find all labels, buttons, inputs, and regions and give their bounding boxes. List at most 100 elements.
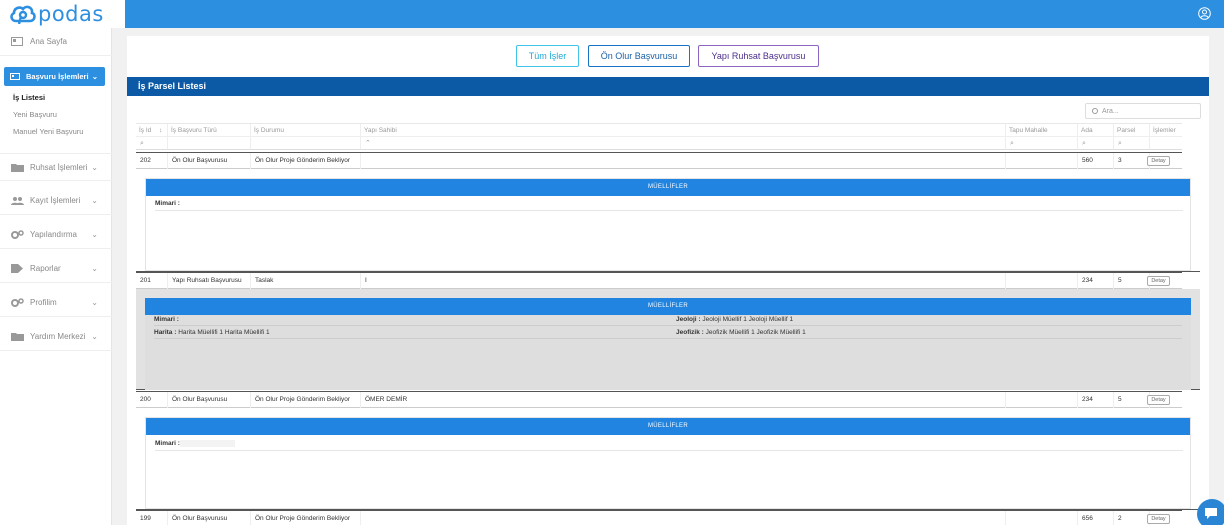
cell-parsel: 5 [1114,392,1150,408]
harita-value: Harita Müellifi 1 Harita Müellifi 1 [178,329,270,336]
table-header: İş Id ↕ İş Başvuru Türü İş Durumu Yapı S… [136,123,1182,150]
detail-button[interactable]: Detay [1147,395,1170,405]
folder-icon [11,163,24,172]
logo-text: podas [38,2,104,26]
cell-parsel: 3 [1114,153,1150,169]
filter-actions [1150,137,1182,150]
detail-button[interactable]: Detay [1147,276,1170,286]
divider [154,338,1182,339]
cell-id: 202 [136,153,168,169]
col-header-ada[interactable]: Ada [1078,124,1114,137]
filter-owner[interactable]: ⌃ [361,137,1006,150]
jeofizik-label: Jeofizik : [676,329,704,336]
divider [155,450,1183,451]
authors-heading: MÜELLİFLER [145,298,1191,315]
sidebar: Ana Sayfa Başvuru İşlemleri ⌄ İş Listesi… [0,28,112,525]
jeoloji-label: Jeoloji : [676,316,701,323]
col-header-type[interactable]: İş Başvuru Türü [168,124,251,137]
search-input[interactable]: Ara... [1085,103,1201,119]
harita-label: Harita : [154,329,177,336]
sidebar-item-ruhsat[interactable]: Ruhsat İşlemleri ⌄ [0,153,112,181]
menu-icon[interactable] [117,7,129,19]
col-header-id[interactable]: İş Id ↕ [136,124,168,137]
sort-icon: ↕ [159,127,163,134]
chevron-down-icon: ⌄ [91,230,98,239]
sidebar-item-label: Yardım Merkezi [30,332,86,341]
on-olur-button[interactable]: Ön Olur Başvurusu [588,45,690,67]
detail-panel: MÜELLİFLER Mimari : Jeoloji : Jeoloji Mü… [136,289,1200,390]
sidebar-item-yardim[interactable]: Yardım Merkezi ⌄ [0,323,112,351]
col-header-status[interactable]: İş Durumu [251,124,361,137]
jeofizik-line: Jeofizik : Jeofizik Müellifi 1 Jeofizik … [676,329,806,336]
logo-mark-icon [10,5,36,24]
sidebar-item-basvuru[interactable]: Başvuru İşlemleri ⌄ [4,67,105,86]
sidebar-item-home[interactable]: Ana Sayfa [0,28,112,56]
all-jobs-button[interactable]: Tüm İşler [516,45,579,67]
cell-ada: 560 [1078,153,1114,169]
cell-status: Ön Olur Proje Gönderim Bekliyor [251,511,361,525]
authors-heading: MÜELLİFLER [146,179,1190,196]
filter-type[interactable] [168,137,251,150]
sidebar-item-label: Kayıt İşlemleri [30,196,81,205]
table-row[interactable]: 201 Yapı Ruhsatı Başvurusu Taslak I 234 … [136,272,1182,289]
sidebar-item-profilim[interactable]: Profilim ⌄ [0,289,112,317]
redacted-block [180,440,235,447]
authors-box: MÜELLİFLER Mimari : Jeoloji : Jeoloji Mü… [145,298,1191,390]
table-row[interactable]: 202 Ön Olur Başvurusu Ön Olur Proje Gönd… [136,152,1182,169]
chat-icon [1205,508,1217,519]
detail-button[interactable]: Detay [1147,156,1170,166]
main-panel: Tüm İşler Ön Olur Başvurusu Yapı Ruhsat … [127,36,1209,525]
sidebar-subitem-yeni-basvuru[interactable]: Yeni Başvuru [13,110,57,119]
filter-status[interactable] [251,137,361,150]
detail-panel: MÜELLİFLER Mimari : I [136,408,1200,510]
mimari-label: Mimari : [155,200,180,207]
filter-mahalle[interactable]: ⌕ [1006,137,1078,150]
sidebar-item-label: Ruhsat İşlemleri [30,162,88,172]
cell-owner: I [361,273,1006,289]
table-row[interactable]: 199 Ön Olur Başvurusu Ön Olur Proje Gönd… [136,510,1182,525]
sidebar-item-label: Yapılandırma [30,230,77,239]
cell-mahalle [1006,153,1078,169]
sidebar-item-kayit[interactable]: Kayıt İşlemleri ⌄ [0,187,112,215]
authors-heading: MÜELLİFLER [146,418,1190,435]
sidebar-subitem-manuel-basvuru[interactable]: Manuel Yeni Başvuru [13,127,83,136]
cell-mahalle [1006,511,1078,525]
detail-button[interactable]: Detay [1147,514,1170,524]
harita-line: Harita : Harita Müellifi 1 Harita Müelli… [154,329,270,336]
table-row[interactable]: 200 Ön Olur Başvurusu Ön Olur Proje Gönd… [136,391,1182,408]
user-circle-icon[interactable] [1198,7,1211,20]
col-header-mahalle[interactable]: Tapu Mahalle [1006,124,1078,137]
top-bar: podas [0,0,1224,28]
col-header-owner[interactable]: Yapı Sahibi [361,124,1006,137]
detail-panel: MÜELLİFLER Mimari : [136,169,1200,272]
sidebar-item-yapilandirma[interactable]: Yapılandırma ⌄ [0,221,112,249]
cell-parsel: 2 [1114,511,1150,525]
filter-parsel[interactable]: ⌕ [1114,137,1150,150]
mimari-label: Mimari : [154,316,179,323]
hamburger-icon [117,9,125,17]
users-icon [11,196,24,205]
jeoloji-line: Jeoloji : Jeoloji Müellif 1 Jeoloji Müel… [676,316,793,323]
sidebar-item-raporlar[interactable]: Raporlar ⌄ [0,255,112,283]
col-header-actions: İşlemler [1150,124,1182,137]
logo[interactable]: podas [0,0,125,28]
tags-icon [11,264,24,273]
sidebar-item-label: Raporlar [30,264,61,273]
col-header-parsel[interactable]: Parsel [1114,124,1150,137]
authors-box: MÜELLİFLER Mimari : [145,178,1191,271]
cell-owner [361,153,1006,169]
cell-mahalle [1006,273,1078,289]
cell-ada: 656 [1078,511,1114,525]
yapi-ruhsat-button[interactable]: Yapı Ruhsat Başvurusu [698,45,819,67]
cell-status: Taslak [251,273,361,289]
chat-bubble-icon[interactable] [1197,499,1224,525]
chevron-down-icon: ⌄ [91,264,98,273]
filter-id[interactable]: ⌕ [136,137,168,150]
sidebar-subitem-is-listesi[interactable]: İş Listesi [13,93,45,102]
filter-ada[interactable]: ⌕ [1078,137,1114,150]
mimari-line: Mimari : [155,200,180,207]
jeoloji-value: Jeoloji Müellif 1 Jeoloji Müellif 1 [702,316,794,323]
cogs-icon [11,230,24,239]
chevron-down-icon: ⌄ [91,72,98,81]
cell-owner: ÖMER DEMİR [361,392,1006,408]
